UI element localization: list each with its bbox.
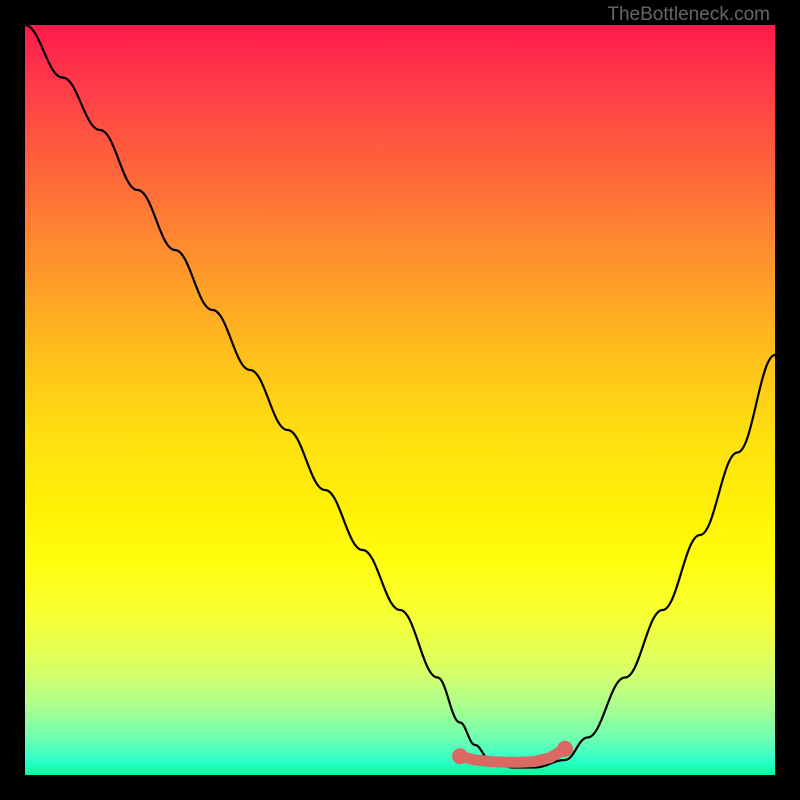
- bottleneck-curve-line: [25, 25, 775, 768]
- chart-svg: [25, 25, 775, 775]
- watermark-text: TheBottleneck.com: [607, 4, 770, 26]
- highlight-markers: [452, 741, 573, 765]
